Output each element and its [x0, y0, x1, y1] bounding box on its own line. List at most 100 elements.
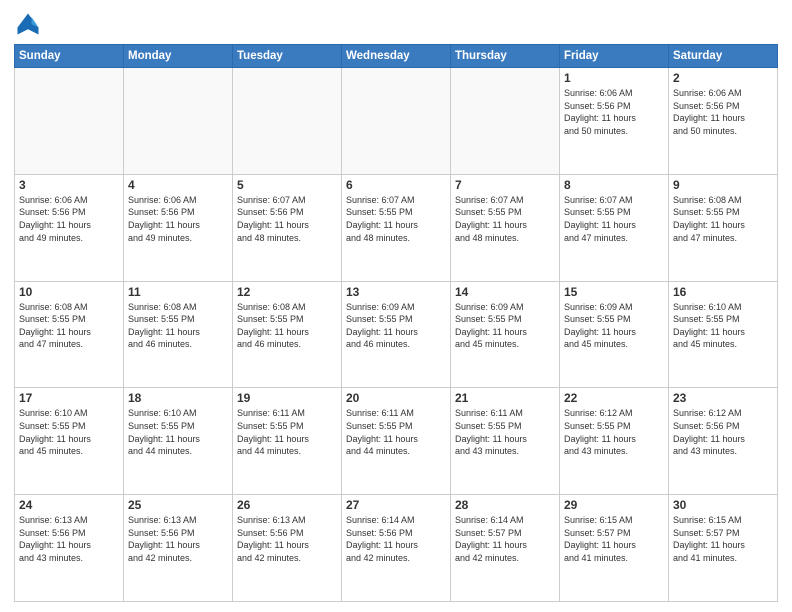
calendar-week-row: 1 Sunrise: 6:06 AM Sunset: 5:56 PM Daylig… — [15, 68, 778, 175]
day-info: Sunrise: 6:06 AM Sunset: 5:56 PM Dayligh… — [673, 87, 773, 137]
calendar-cell: 1 Sunrise: 6:06 AM Sunset: 5:56 PM Daylig… — [560, 68, 669, 175]
calendar-week-row: 10 Sunrise: 6:08 AM Sunset: 5:55 PM Dayli… — [15, 281, 778, 388]
calendar-cell: 10 Sunrise: 6:08 AM Sunset: 5:55 PM Dayli… — [15, 281, 124, 388]
day-info: Sunrise: 6:11 AM Sunset: 5:55 PM Dayligh… — [237, 407, 337, 457]
calendar-cell: 28Sunrise: 6:14 AM Sunset: 5:57 PM Dayli… — [451, 495, 560, 602]
day-number: 20 — [346, 391, 446, 405]
day-info: Sunrise: 6:08 AM Sunset: 5:55 PM Dayligh… — [19, 301, 119, 351]
day-info: Sunrise: 6:10 AM Sunset: 5:55 PM Dayligh… — [19, 407, 119, 457]
calendar-cell: 27 Sunrise: 6:14 AM Sunset: 5:56 PM Dayli… — [342, 495, 451, 602]
calendar-cell: 3 Sunrise: 6:06 AM Sunset: 5:56 PM Daylig… — [15, 174, 124, 281]
calendar-header-friday: Friday — [560, 45, 669, 68]
calendar-cell: 24 Sunrise: 6:13 AM Sunset: 5:56 PM Dayli… — [15, 495, 124, 602]
calendar-cell: 13 Sunrise: 6:09 AM Sunset: 5:55 PM Dayli… — [342, 281, 451, 388]
page: SundayMondayTuesdayWednesdayThursdayFrid… — [0, 0, 792, 612]
day-info: Sunrise: 6:07 AM Sunset: 5:55 PM Dayligh… — [346, 194, 446, 244]
calendar-week-row: 17 Sunrise: 6:10 AM Sunset: 5:55 PM Dayli… — [15, 388, 778, 495]
calendar-cell: 2 Sunrise: 6:06 AM Sunset: 5:56 PM Daylig… — [669, 68, 778, 175]
calendar-cell: 29 Sunrise: 6:15 AM Sunset: 5:57 PM Dayli… — [560, 495, 669, 602]
calendar-cell: 9 Sunrise: 6:08 AM Sunset: 5:55 PM Daylig… — [669, 174, 778, 281]
day-number: 30 — [673, 498, 773, 512]
day-number: 29 — [564, 498, 664, 512]
day-info: Sunrise: 6:08 AM Sunset: 5:55 PM Dayligh… — [128, 301, 228, 351]
calendar-cell: 30 Sunrise: 6:15 AM Sunset: 5:57 PM Dayli… — [669, 495, 778, 602]
day-info: Sunrise: 6:14 AM Sunset: 5:56 PM Dayligh… — [346, 514, 446, 564]
day-info: Sunrise: 6:09 AM Sunset: 5:55 PM Dayligh… — [455, 301, 555, 351]
calendar-header-wednesday: Wednesday — [342, 45, 451, 68]
calendar-cell: 15 Sunrise: 6:09 AM Sunset: 5:55 PM Dayli… — [560, 281, 669, 388]
day-info: Sunrise: 6:11 AM Sunset: 5:55 PM Dayligh… — [346, 407, 446, 457]
day-info: Sunrise: 6:06 AM Sunset: 5:56 PM Dayligh… — [19, 194, 119, 244]
calendar-cell: 4 Sunrise: 6:06 AM Sunset: 5:56 PM Daylig… — [124, 174, 233, 281]
day-info: Sunrise: 6:07 AM Sunset: 5:55 PM Dayligh… — [564, 194, 664, 244]
calendar-cell: 18 Sunrise: 6:10 AM Sunset: 5:55 PM Dayli… — [124, 388, 233, 495]
day-number: 4 — [128, 178, 228, 192]
day-info: Sunrise: 6:08 AM Sunset: 5:55 PM Dayligh… — [673, 194, 773, 244]
header — [14, 10, 778, 38]
calendar-header-sunday: Sunday — [15, 45, 124, 68]
day-info: Sunrise: 6:06 AM Sunset: 5:56 PM Dayligh… — [128, 194, 228, 244]
calendar-cell: 14 Sunrise: 6:09 AM Sunset: 5:55 PM Dayli… — [451, 281, 560, 388]
calendar-cell: 26Sunrise: 6:13 AM Sunset: 5:56 PM Dayli… — [233, 495, 342, 602]
calendar-header-monday: Monday — [124, 45, 233, 68]
day-info: Sunrise: 6:13 AM Sunset: 5:56 PM Dayligh… — [128, 514, 228, 564]
calendar-cell: 21Sunrise: 6:11 AM Sunset: 5:55 PM Dayli… — [451, 388, 560, 495]
calendar-cell — [15, 68, 124, 175]
day-info: Sunrise: 6:07 AM Sunset: 5:56 PM Dayligh… — [237, 194, 337, 244]
calendar-cell: 23 Sunrise: 6:12 AM Sunset: 5:56 PM Dayli… — [669, 388, 778, 495]
day-number: 22 — [564, 391, 664, 405]
calendar-cell: 22 Sunrise: 6:12 AM Sunset: 5:55 PM Dayli… — [560, 388, 669, 495]
calendar-cell: 11 Sunrise: 6:08 AM Sunset: 5:55 PM Dayli… — [124, 281, 233, 388]
calendar-cell: 12 Sunrise: 6:08 AM Sunset: 5:55 PM Dayli… — [233, 281, 342, 388]
day-number: 13 — [346, 285, 446, 299]
day-info: Sunrise: 6:09 AM Sunset: 5:55 PM Dayligh… — [346, 301, 446, 351]
day-number: 12 — [237, 285, 337, 299]
day-number: 9 — [673, 178, 773, 192]
calendar-week-row: 3 Sunrise: 6:06 AM Sunset: 5:56 PM Daylig… — [15, 174, 778, 281]
day-number: 26 — [237, 498, 337, 512]
day-info: Sunrise: 6:09 AM Sunset: 5:55 PM Dayligh… — [564, 301, 664, 351]
calendar-cell — [342, 68, 451, 175]
day-info: Sunrise: 6:15 AM Sunset: 5:57 PM Dayligh… — [564, 514, 664, 564]
day-info: Sunrise: 6:11 AM Sunset: 5:55 PM Dayligh… — [455, 407, 555, 457]
day-number: 23 — [673, 391, 773, 405]
day-number: 7 — [455, 178, 555, 192]
day-number: 18 — [128, 391, 228, 405]
day-number: 10 — [19, 285, 119, 299]
day-number: 28 — [455, 498, 555, 512]
day-info: Sunrise: 6:10 AM Sunset: 5:55 PM Dayligh… — [128, 407, 228, 457]
day-number: 17 — [19, 391, 119, 405]
calendar-cell: 8 Sunrise: 6:07 AM Sunset: 5:55 PM Daylig… — [560, 174, 669, 281]
calendar-table: SundayMondayTuesdayWednesdayThursdayFrid… — [14, 44, 778, 602]
day-info: Sunrise: 6:12 AM Sunset: 5:55 PM Dayligh… — [564, 407, 664, 457]
day-info: Sunrise: 6:06 AM Sunset: 5:56 PM Dayligh… — [564, 87, 664, 137]
day-number: 8 — [564, 178, 664, 192]
calendar-week-row: 24 Sunrise: 6:13 AM Sunset: 5:56 PM Dayli… — [15, 495, 778, 602]
day-number: 16 — [673, 285, 773, 299]
day-info: Sunrise: 6:12 AM Sunset: 5:56 PM Dayligh… — [673, 407, 773, 457]
calendar-cell: 17 Sunrise: 6:10 AM Sunset: 5:55 PM Dayli… — [15, 388, 124, 495]
calendar-cell: 6 Sunrise: 6:07 AM Sunset: 5:55 PM Daylig… — [342, 174, 451, 281]
day-number: 15 — [564, 285, 664, 299]
day-number: 1 — [564, 71, 664, 85]
calendar-header-thursday: Thursday — [451, 45, 560, 68]
day-number: 19 — [237, 391, 337, 405]
calendar-cell: 16Sunrise: 6:10 AM Sunset: 5:55 PM Dayli… — [669, 281, 778, 388]
calendar-cell — [124, 68, 233, 175]
day-number: 5 — [237, 178, 337, 192]
day-number: 3 — [19, 178, 119, 192]
calendar-cell — [233, 68, 342, 175]
day-info: Sunrise: 6:13 AM Sunset: 5:56 PM Dayligh… — [19, 514, 119, 564]
day-number: 11 — [128, 285, 228, 299]
calendar-cell: 19 Sunrise: 6:11 AM Sunset: 5:55 PM Dayli… — [233, 388, 342, 495]
day-number: 2 — [673, 71, 773, 85]
day-number: 6 — [346, 178, 446, 192]
day-number: 14 — [455, 285, 555, 299]
day-number: 24 — [19, 498, 119, 512]
day-number: 25 — [128, 498, 228, 512]
calendar-header-saturday: Saturday — [669, 45, 778, 68]
day-number: 27 — [346, 498, 446, 512]
calendar-cell: 5 Sunrise: 6:07 AM Sunset: 5:56 PM Daylig… — [233, 174, 342, 281]
day-info: Sunrise: 6:08 AM Sunset: 5:55 PM Dayligh… — [237, 301, 337, 351]
day-info: Sunrise: 6:15 AM Sunset: 5:57 PM Dayligh… — [673, 514, 773, 564]
